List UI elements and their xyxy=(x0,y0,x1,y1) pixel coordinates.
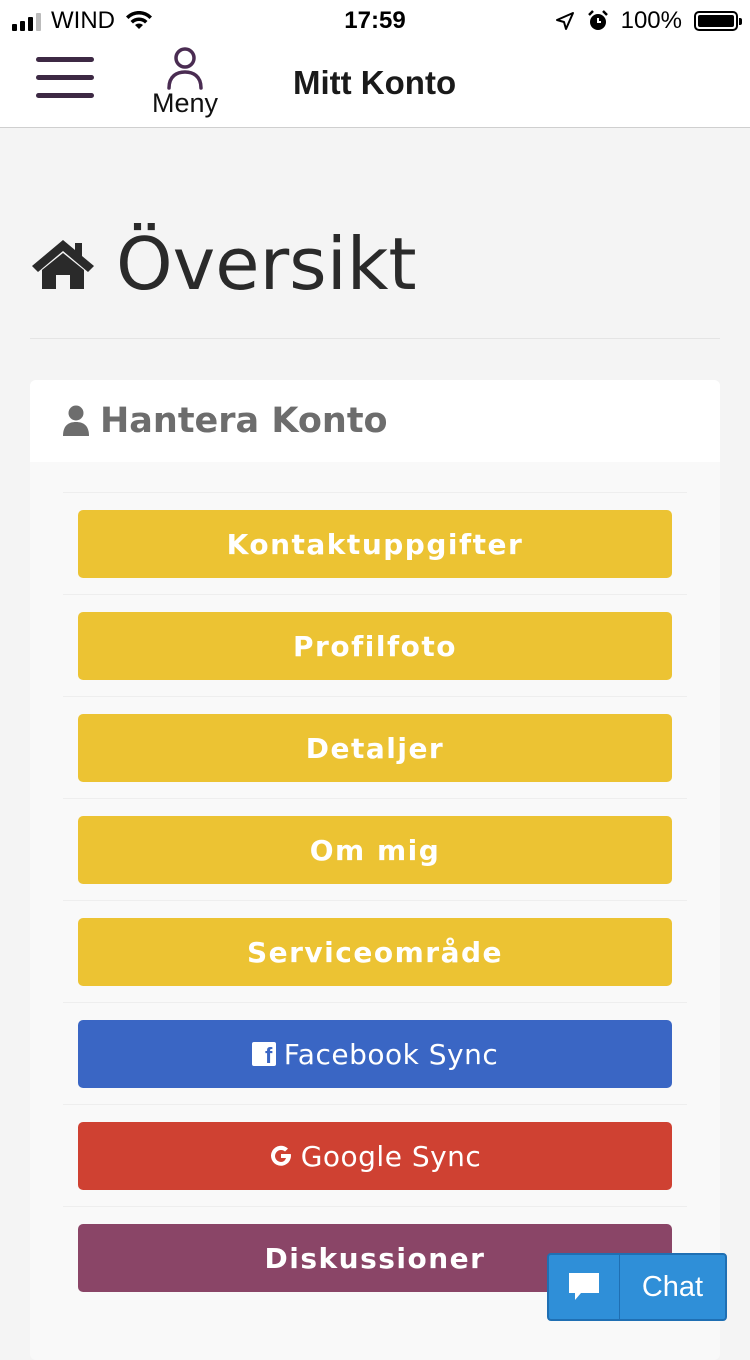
meny-button[interactable]: Meny xyxy=(150,46,220,119)
button-label: Google Sync xyxy=(300,1139,482,1173)
google-icon xyxy=(270,1145,291,1166)
user-outline-icon xyxy=(167,47,203,90)
location-arrow-icon xyxy=(555,12,574,30)
status-right: 100% xyxy=(555,7,742,35)
button-label: Serviceområde xyxy=(246,935,504,969)
page-title: Översikt xyxy=(116,222,417,306)
button-label: Om mig xyxy=(309,833,441,867)
list-item: Kontaktuppgifter xyxy=(63,492,687,594)
user-icon xyxy=(63,405,89,436)
account-panel: Hantera Konto Kontaktuppgifter Profilfot… xyxy=(30,380,720,1360)
page-heading: Översikt xyxy=(30,222,417,306)
om-mig-button[interactable]: Om mig xyxy=(78,816,672,884)
top-navbar: Meny Mitt Konto xyxy=(0,40,750,128)
list-item: Om mig xyxy=(63,798,687,900)
navbar-title: Mitt Konto xyxy=(293,64,457,101)
battery-icon xyxy=(694,11,742,31)
profilfoto-button[interactable]: Profilfoto xyxy=(78,612,672,680)
list-item: Google Sync xyxy=(63,1104,687,1206)
facebook-icon: f xyxy=(251,1042,276,1067)
chat-bubble-icon xyxy=(549,1255,620,1319)
button-label: Profilfoto xyxy=(293,629,457,663)
battery-percent: 100% xyxy=(620,7,682,34)
panel-header: Hantera Konto xyxy=(30,380,720,462)
chat-label: Chat xyxy=(641,1270,704,1303)
list-item: Serviceområde xyxy=(63,900,687,1002)
list-item: Detaljer xyxy=(63,696,687,798)
serviceomrade-button[interactable]: Serviceområde xyxy=(78,918,672,986)
button-label: Diskussioner xyxy=(264,1241,486,1275)
account-button-list: Kontaktuppgifter Profilfoto Detaljer Om … xyxy=(63,492,687,1308)
kontaktuppgifter-button[interactable]: Kontaktuppgifter xyxy=(78,510,672,578)
home-icon xyxy=(32,240,94,289)
status-bar: WIND 17:59 100% xyxy=(0,0,750,40)
button-label: Kontaktuppgifter xyxy=(226,527,524,561)
button-label: Facebook Sync xyxy=(283,1037,499,1071)
google-sync-button[interactable]: Google Sync xyxy=(78,1122,672,1190)
facebook-sync-button[interactable]: f Facebook Sync xyxy=(78,1020,672,1088)
button-label: Detaljer xyxy=(305,731,445,765)
list-item: f Facebook Sync xyxy=(63,1002,687,1104)
panel-title: Hantera Konto xyxy=(100,401,388,441)
meny-label: Meny xyxy=(151,88,219,118)
alarm-icon xyxy=(587,10,608,30)
detaljer-button[interactable]: Detaljer xyxy=(78,714,672,782)
heading-divider xyxy=(30,338,720,339)
list-item: Profilfoto xyxy=(63,594,687,696)
hamburger-menu-button[interactable] xyxy=(36,57,94,101)
chat-button[interactable]: Chat xyxy=(547,1253,727,1321)
